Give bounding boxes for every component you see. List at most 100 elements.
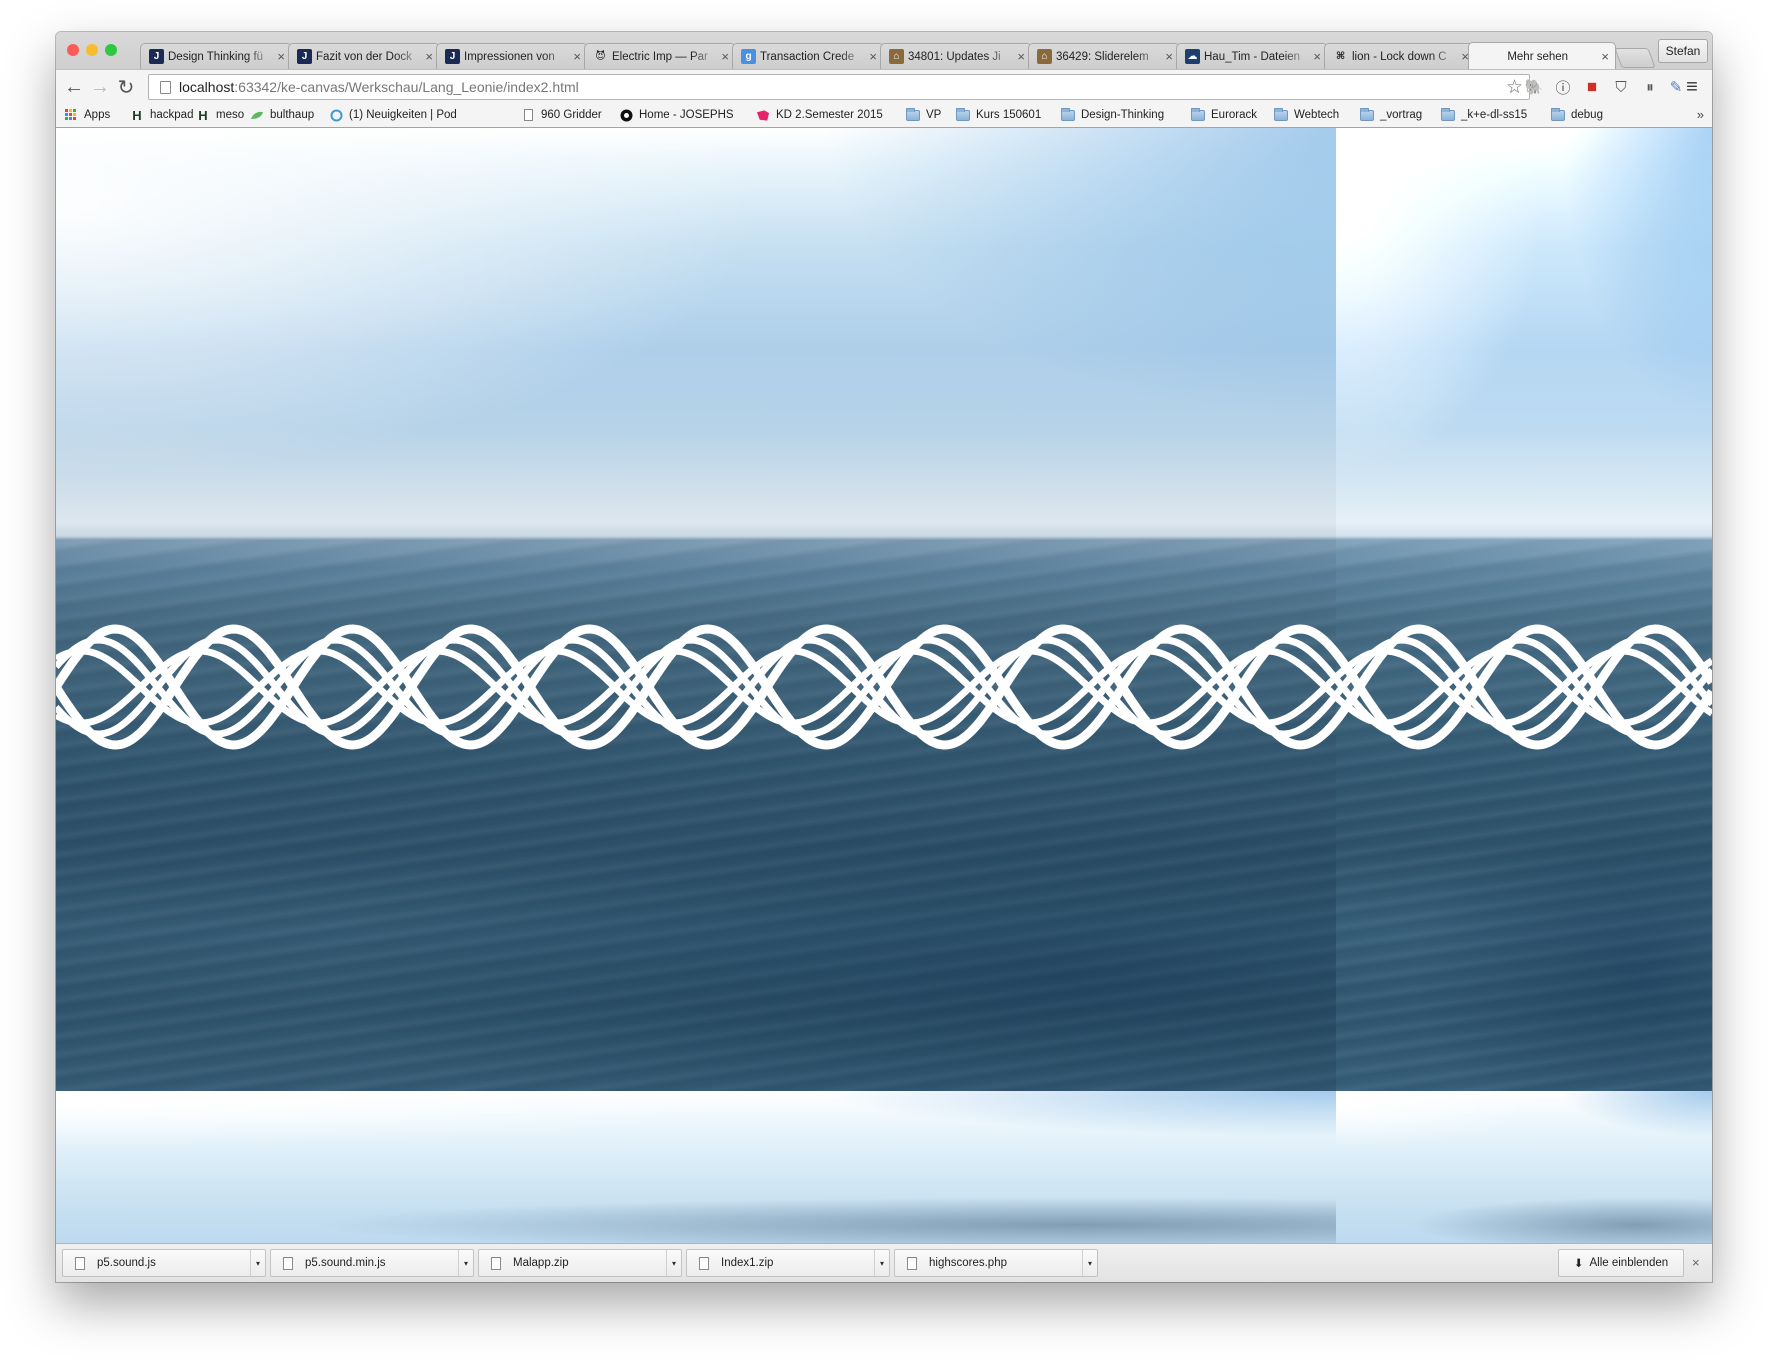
new-tab-button[interactable]	[1614, 48, 1656, 68]
bookmark-star-icon[interactable]: ☆	[1506, 76, 1523, 99]
bookmark-webtech[interactable]: Webtech	[1274, 106, 1339, 124]
toolbar: ← → ↻ localhost:63342/ke-canvas/Werkscha…	[56, 69, 1712, 103]
bookmark-vp[interactable]: VP	[906, 106, 941, 124]
evernote-icon[interactable]: 🐘	[1524, 77, 1544, 97]
apps-grid-icon	[64, 109, 78, 122]
bookmark-kd-2-semester-2015[interactable]: KD 2.Semester 2015	[756, 106, 883, 124]
url-path: :63342/ke-canvas/Werkschau/Lang_Leonie/i…	[234, 79, 579, 95]
page-canvas[interactable]	[56, 128, 1712, 1243]
tab-10[interactable]: Mehr sehen ×	[1468, 42, 1616, 70]
folder-icon	[1061, 107, 1075, 122]
download-menu-chevron-icon[interactable]: ▾	[250, 1250, 265, 1276]
tab-9[interactable]: ⌘ lion - Lock down C ×	[1324, 43, 1476, 69]
tab-2[interactable]: J Fazit von der Dock ×	[288, 43, 440, 69]
tab-strip: J Design Thinking fü × J Fazit von der Dock ×…	[56, 32, 1712, 70]
minimize-window-button[interactable]	[86, 44, 98, 56]
tab-1[interactable]: J Design Thinking fü ×	[140, 43, 292, 69]
tab-close-icon[interactable]: ×	[1601, 49, 1609, 64]
bookmark-hackpad[interactable]: Hhackpad	[130, 106, 193, 124]
download-item[interactable]: Index1.zip ▾	[686, 1249, 890, 1277]
bookmarks-overflow-button[interactable]: »	[1697, 107, 1704, 122]
pause-icon[interactable]: ⏸	[1640, 77, 1660, 97]
bookmark-design-thinking[interactable]: Design-Thinking	[1061, 106, 1164, 124]
file-icon	[907, 1256, 917, 1270]
close-downloads-bar-button[interactable]: ×	[1692, 1255, 1700, 1270]
info-icon[interactable]: ⓘ	[1553, 77, 1573, 97]
download-filename: Index1.zip	[721, 1257, 774, 1269]
tab-close-icon[interactable]: ×	[277, 49, 285, 64]
bookmark-eurorack[interactable]: Eurorack	[1191, 106, 1257, 124]
tab-8[interactable]: ☁ Hau_Tim - Dateien ×	[1176, 43, 1328, 69]
bookmark-vortrag[interactable]: _vortrag	[1360, 106, 1422, 124]
h-icon: H	[198, 107, 208, 123]
download-menu-chevron-icon[interactable]: ▾	[1082, 1250, 1097, 1276]
downloads-bar: p5.sound.js ▾ p5.sound.min.js ▾ Malapp.zip ▾ I…	[56, 1243, 1712, 1282]
tab-title: Fazit von der Dock	[316, 50, 412, 63]
url-host: localhost	[179, 79, 235, 95]
download-item[interactable]: Malapp.zip ▾	[478, 1249, 682, 1277]
menu-icon[interactable]: ≡	[1682, 76, 1702, 98]
jimdo-j-icon: J	[297, 49, 312, 64]
tab-title: 36429: Sliderelem	[1056, 50, 1149, 63]
tab-3[interactable]: J Impressionen von ×	[436, 43, 588, 69]
download-item[interactable]: p5.sound.min.js ▾	[270, 1249, 474, 1277]
reload-button[interactable]: ↻	[114, 75, 138, 99]
tab-close-icon[interactable]: ×	[1017, 49, 1025, 64]
tab-close-icon[interactable]: ×	[1313, 49, 1321, 64]
profile-button[interactable]: Stefan	[1658, 39, 1708, 63]
tab-close-icon[interactable]: ×	[1165, 49, 1173, 64]
tab-close-icon[interactable]: ×	[573, 49, 581, 64]
podio-icon	[329, 109, 343, 122]
back-button[interactable]: ←	[62, 75, 86, 99]
bookmark-debug[interactable]: debug	[1551, 106, 1603, 124]
tab-4[interactable]: 😈 Electric Imp — Par ×	[584, 43, 736, 69]
bookmark-label: Design-Thinking	[1081, 109, 1165, 121]
tab-close-icon[interactable]: ×	[869, 49, 877, 64]
page-icon	[160, 80, 171, 94]
zoom-window-button[interactable]	[105, 44, 117, 56]
tab-6[interactable]: ⌂ 34801: Updates Ji ×	[880, 43, 1032, 69]
bookmark-label: Kurs 150601	[976, 109, 1042, 121]
electric-imp-icon: 😈	[595, 50, 606, 62]
bookmarks-bar: Apps Hhackpad Hmeso bulthaup (1) Neuigkeiten…	[56, 103, 1712, 128]
bookmark-meso[interactable]: Hmeso	[196, 106, 244, 124]
download-filename: Malapp.zip	[513, 1257, 569, 1269]
bookmark-kurs-150601[interactable]: Kurs 150601	[956, 106, 1041, 124]
close-window-button[interactable]	[67, 44, 79, 56]
show-all-downloads-button[interactable]: ⬇ Alle einblenden	[1558, 1249, 1684, 1277]
bookmark-label: _k+e-dl-ss15	[1461, 109, 1528, 121]
download-menu-chevron-icon[interactable]: ▾	[458, 1250, 473, 1276]
tab-title: 34801: Updates Ji	[908, 50, 1001, 63]
file-icon	[699, 1256, 709, 1270]
download-item[interactable]: highscores.php ▾	[894, 1249, 1098, 1277]
tab-7[interactable]: ⌂ 36429: Sliderelem ×	[1028, 43, 1180, 69]
bookmark-label: 960 Gridder	[541, 109, 602, 121]
pocket-icon[interactable]: ⛉	[1611, 77, 1631, 97]
lastpass-icon[interactable]: ■	[1582, 77, 1602, 97]
house-icon: ⌂	[1037, 49, 1052, 64]
tab-title: Mehr sehen	[1507, 50, 1569, 63]
download-menu-chevron-icon[interactable]: ▾	[666, 1250, 681, 1276]
show-all-label: Alle einblenden	[1589, 1257, 1669, 1269]
tab-close-icon[interactable]: ×	[721, 49, 729, 64]
download-menu-chevron-icon[interactable]: ▾	[874, 1250, 889, 1276]
bookmark-960-gridder[interactable]: 960 Gridder	[521, 106, 602, 124]
file-icon	[491, 1256, 501, 1270]
bookmark-1-neuigkeiten-pod[interactable]: (1) Neuigkeiten | Pod	[329, 106, 467, 124]
sine-wave-helix	[56, 624, 1712, 750]
folder-icon	[1274, 107, 1288, 122]
bookmark-k-e-dl-ss15[interactable]: _k+e-dl-ss15	[1441, 106, 1527, 124]
bookmark-label: hackpad	[150, 109, 194, 121]
tab-title: Electric Imp — Par	[612, 50, 708, 63]
kd-icon	[756, 109, 770, 122]
bookmark-apps[interactable]: Apps	[64, 106, 110, 124]
url-text[interactable]: localhost:63342/ke-canvas/Werkschau/Lang…	[179, 79, 579, 95]
bookmark-home-josephs[interactable]: Home - JOSEPHS	[619, 106, 734, 124]
tab-5[interactable]: g Transaction Crede ×	[732, 43, 884, 69]
bookmark-bulthaup[interactable]: bulthaup	[250, 106, 314, 124]
address-bar[interactable]: localhost:63342/ke-canvas/Werkschau/Lang…	[148, 74, 1530, 100]
tab-close-icon[interactable]: ×	[425, 49, 433, 64]
download-item[interactable]: p5.sound.js ▾	[62, 1249, 266, 1277]
forward-button[interactable]: →	[88, 75, 112, 99]
tab-title: Impressionen von	[464, 50, 555, 63]
